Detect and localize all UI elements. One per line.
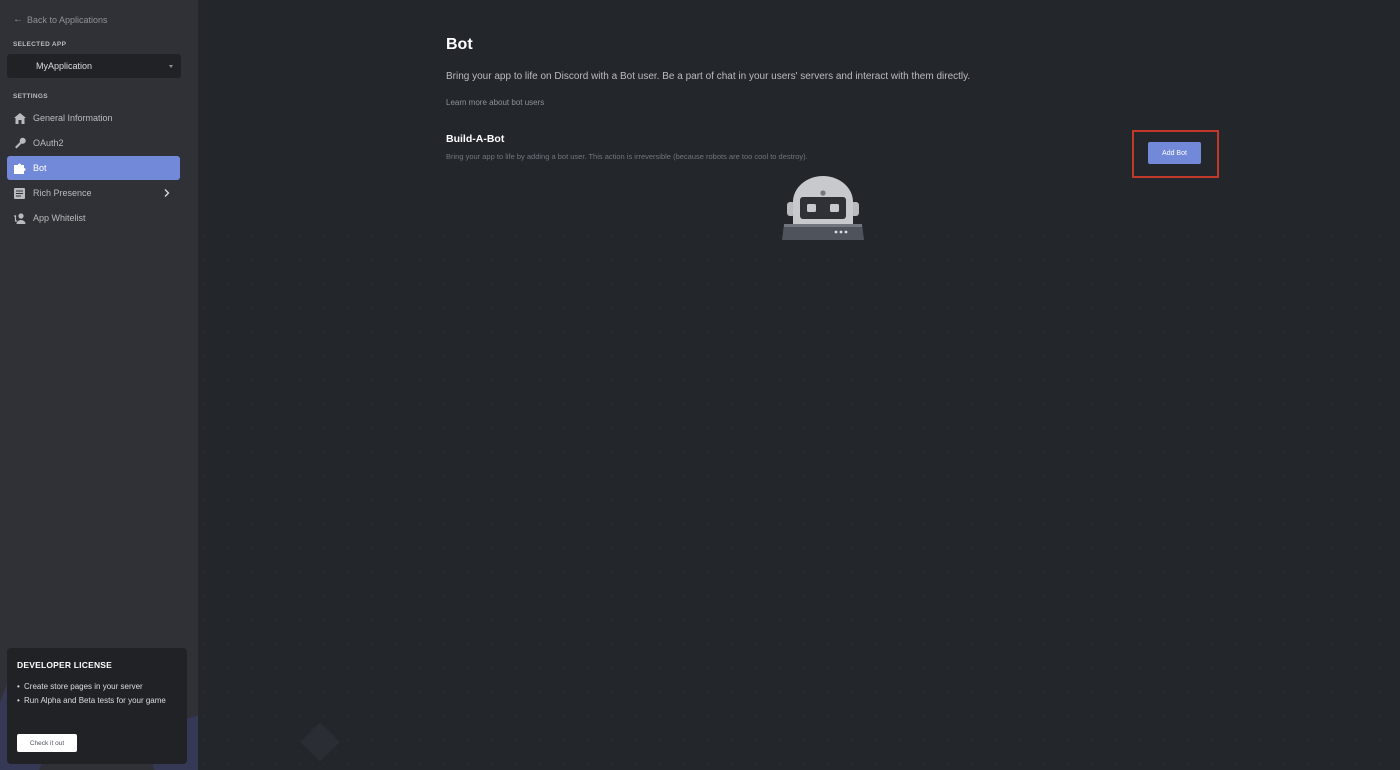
sidebar-item-rich-presence[interactable]: Rich Presence [7,181,180,205]
caret-down-icon [169,64,173,68]
chevron-right-icon [162,188,172,198]
build-a-bot-title: Build-A-Bot [446,133,505,145]
sidebar-item-app-whitelist[interactable]: App Whitelist [7,206,180,230]
page-description: Bring your app to life on Discord with a… [446,71,971,82]
sidebar-item-label: Rich Presence [33,188,92,198]
home-icon [13,112,26,125]
license-bullet: Create store pages in your server [17,680,177,694]
selected-app-heading: SELECTED APP [13,41,67,48]
sidebar-item-label: App Whitelist [33,213,86,223]
learn-more-link[interactable]: Learn more about bot users [446,98,544,107]
wrench-icon [13,137,26,150]
puzzle-icon [13,162,26,175]
page-title: Bot [446,36,473,53]
sidebar-item-label: OAuth2 [33,138,64,148]
document-icon [13,187,26,200]
license-bullets: Create store pages in your server Run Al… [17,680,177,708]
app-selector-value: MyApplication [36,61,93,71]
sidebar-item-oauth2[interactable]: OAuth2 [7,131,180,155]
main-content: Bot Bring your app to life on Discord wi… [198,0,1400,770]
settings-nav: General Information OAuth2 Bot Rich Pres… [7,106,180,231]
background-pattern [198,230,1400,770]
sidebar-item-label: General Information [33,113,113,123]
sidebar-item-bot[interactable]: Bot [7,156,180,180]
sidebar: ← Back to Applications SELECTED APP MyAp… [0,0,198,770]
check-it-out-button[interactable]: Check it out [17,734,77,752]
robot-illustration [780,174,866,242]
person-icon [13,212,26,225]
arrow-left-icon: ← [13,14,23,25]
developer-license-card: DEVELOPER LICENSE Create store pages in … [7,648,187,764]
add-bot-button[interactable]: Add Bot [1148,142,1201,164]
build-a-bot-description: Bring your app to life by adding a bot u… [446,152,808,161]
back-to-applications-link[interactable]: ← Back to Applications [13,14,108,25]
app-selector[interactable]: MyApplication [7,54,181,78]
license-title: DEVELOPER LICENSE [17,660,113,670]
settings-heading: SETTINGS [13,93,48,100]
sidebar-item-label: Bot [33,163,47,173]
license-bullet: Run Alpha and Beta tests for your game [17,694,177,708]
back-link-label: Back to Applications [27,14,108,25]
sidebar-item-general-information[interactable]: General Information [7,106,180,130]
